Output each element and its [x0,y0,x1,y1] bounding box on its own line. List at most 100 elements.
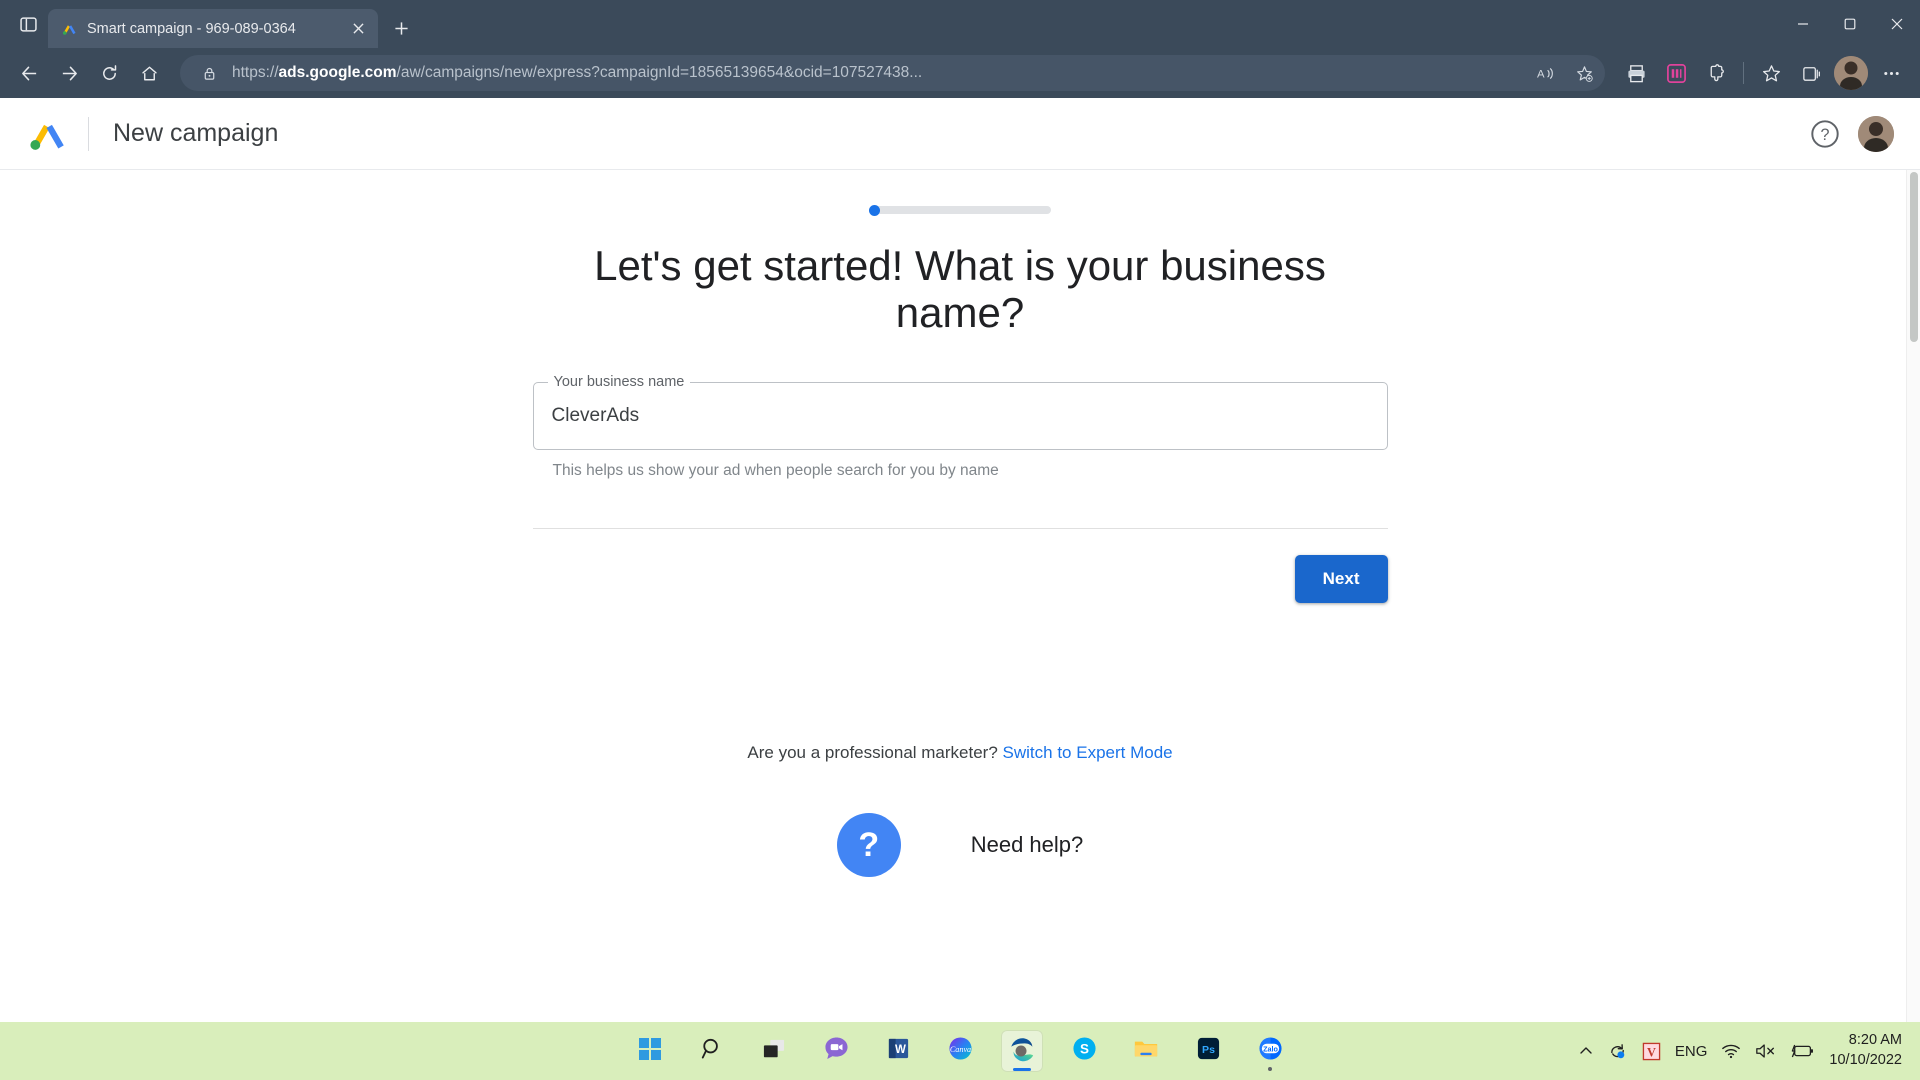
task-view-button[interactable] [753,1030,795,1072]
browser-toolbar: https://ads.google.com/aw/campaigns/new/… [0,48,1920,98]
task-view-icon [762,1038,786,1065]
file-explorer-icon [1133,1037,1159,1066]
page-scrollbar[interactable]: ▲ ▼ [1906,170,1920,1080]
account-avatar[interactable] [1858,116,1894,152]
onedrive-sync-icon[interactable] [1608,1042,1628,1061]
photoshop-icon: Ps [1196,1036,1221,1066]
maximize-icon[interactable] [1826,0,1873,48]
header-divider [88,117,89,151]
lock-icon[interactable] [194,58,224,88]
profile-avatar[interactable] [1834,56,1868,90]
google-ads-logo [26,116,70,152]
tab-title: Smart campaign - 969-089-0364 [87,21,337,37]
wizard-progress-bar [869,206,1051,214]
skype-button[interactable]: S [1063,1030,1105,1072]
need-help-section: ? Need help? [837,813,1084,877]
system-tray: V ENG 8:20 AM 10/10/2022 [1578,1022,1920,1080]
skype-icon: S [1072,1036,1097,1066]
svg-text:?: ? [1821,125,1830,143]
expert-mode-prompt: Are you a professional marketer? [747,743,997,762]
switch-to-expert-mode-link[interactable]: Switch to Expert Mode [1003,743,1173,762]
forward-arrow-icon[interactable] [50,54,88,92]
clock-time: 8:20 AM [1829,1031,1902,1051]
language-indicator[interactable]: ENG [1675,1043,1708,1060]
expert-mode-row: Are you a professional marketer? Switch … [747,743,1172,763]
business-name-hint: This helps us show your ad when people s… [533,462,1388,480]
svg-text:V: V [1647,1045,1656,1059]
windows-logo-icon [638,1037,662,1066]
clock-date: 10/10/2022 [1829,1051,1902,1071]
favorites-star-icon[interactable] [1752,54,1790,92]
help-circle-icon[interactable]: ? [1810,119,1840,149]
url-prefix: https:// [232,64,279,81]
zalo-running-indicator [1268,1067,1272,1071]
printer-icon[interactable] [1617,54,1655,92]
edge-button[interactable] [1001,1030,1043,1072]
search-icon [701,1037,724,1065]
need-help-title: Need help? [971,832,1084,858]
plus-icon[interactable] [384,11,418,45]
clock[interactable]: 8:20 AM 10/10/2022 [1829,1031,1902,1070]
back-arrow-icon[interactable] [10,54,48,92]
tab-strip: Smart campaign - 969-089-0364 [0,0,1920,48]
tab-search-icon[interactable] [8,4,48,44]
svg-text:S: S [1080,1041,1089,1056]
photoshop-button[interactable]: Ps [1187,1030,1229,1072]
svg-text:A: A [1537,68,1545,80]
minimize-icon[interactable] [1779,0,1826,48]
business-name-input[interactable]: Your business name CleverAds [533,382,1388,450]
business-name-form: Your business name CleverAds This helps … [533,382,1388,603]
question-mark-icon[interactable]: ? [837,813,901,877]
wifi-icon[interactable] [1721,1042,1741,1060]
business-name-label: Your business name [548,374,691,390]
battery-charging-icon[interactable] [1791,1042,1815,1060]
unikey-icon[interactable]: V [1642,1042,1661,1061]
add-favorite-icon[interactable] [1569,58,1599,88]
start-button[interactable] [629,1030,671,1072]
window-close-icon[interactable] [1873,0,1920,48]
window-controls [1779,0,1920,48]
canva-icon: Canva [948,1036,973,1066]
collections-icon[interactable] [1792,54,1830,92]
address-bar[interactable]: https://ads.google.com/aw/campaigns/new/… [180,55,1605,91]
windows-taskbar: W Canva [0,1022,1920,1080]
page-title: New campaign [113,119,278,148]
taskbar-items: W Canva [629,1030,1291,1072]
zalo-icon: Zalo [1258,1036,1283,1066]
chat-video-icon [824,1036,849,1066]
svg-text:Zalo: Zalo [1263,1044,1278,1053]
microsoft-edge-icon [1008,1035,1036,1068]
browser-tab[interactable]: Smart campaign - 969-089-0364 [48,9,378,48]
volume-muted-icon[interactable] [1755,1042,1777,1060]
url-path: /aw/campaigns/new/express?campaignId=185… [397,64,923,81]
chat-button[interactable] [815,1030,857,1072]
refresh-icon[interactable] [90,54,128,92]
header-actions: ? [1810,116,1894,152]
extension-collections-icon[interactable] [1657,54,1695,92]
extensions-puzzle-icon[interactable] [1697,54,1735,92]
file-explorer-button[interactable] [1125,1030,1167,1072]
word-button[interactable]: W [877,1030,919,1072]
read-aloud-icon[interactable]: A [1531,58,1561,88]
browser-window: Smart campaign - 969-089-0364 [0,0,1920,1080]
svg-text:Ps: Ps [1202,1044,1215,1056]
progress-indicator [869,205,880,216]
address-bar-text: https://ads.google.com/aw/campaigns/new/… [232,64,1523,82]
more-options-icon[interactable] [1872,54,1910,92]
chevron-up-icon[interactable] [1578,1043,1594,1059]
url-domain: ads.google.com [279,64,397,81]
close-icon[interactable] [346,17,370,41]
svg-text:W: W [894,1044,905,1056]
zalo-button[interactable]: Zalo [1249,1030,1291,1072]
campaign-wizard-content: Let's get started! What is your business… [0,170,1920,1080]
home-icon[interactable] [130,54,168,92]
form-actions: Next [533,555,1388,603]
app-header: New campaign ? [0,98,1920,170]
svg-text:Canva: Canva [949,1045,970,1054]
search-button[interactable] [691,1030,733,1072]
next-button[interactable]: Next [1295,555,1388,603]
form-divider [533,528,1388,529]
microsoft-word-icon: W [886,1036,911,1066]
canva-button[interactable]: Canva [939,1030,981,1072]
scrollbar-thumb[interactable] [1910,172,1918,342]
